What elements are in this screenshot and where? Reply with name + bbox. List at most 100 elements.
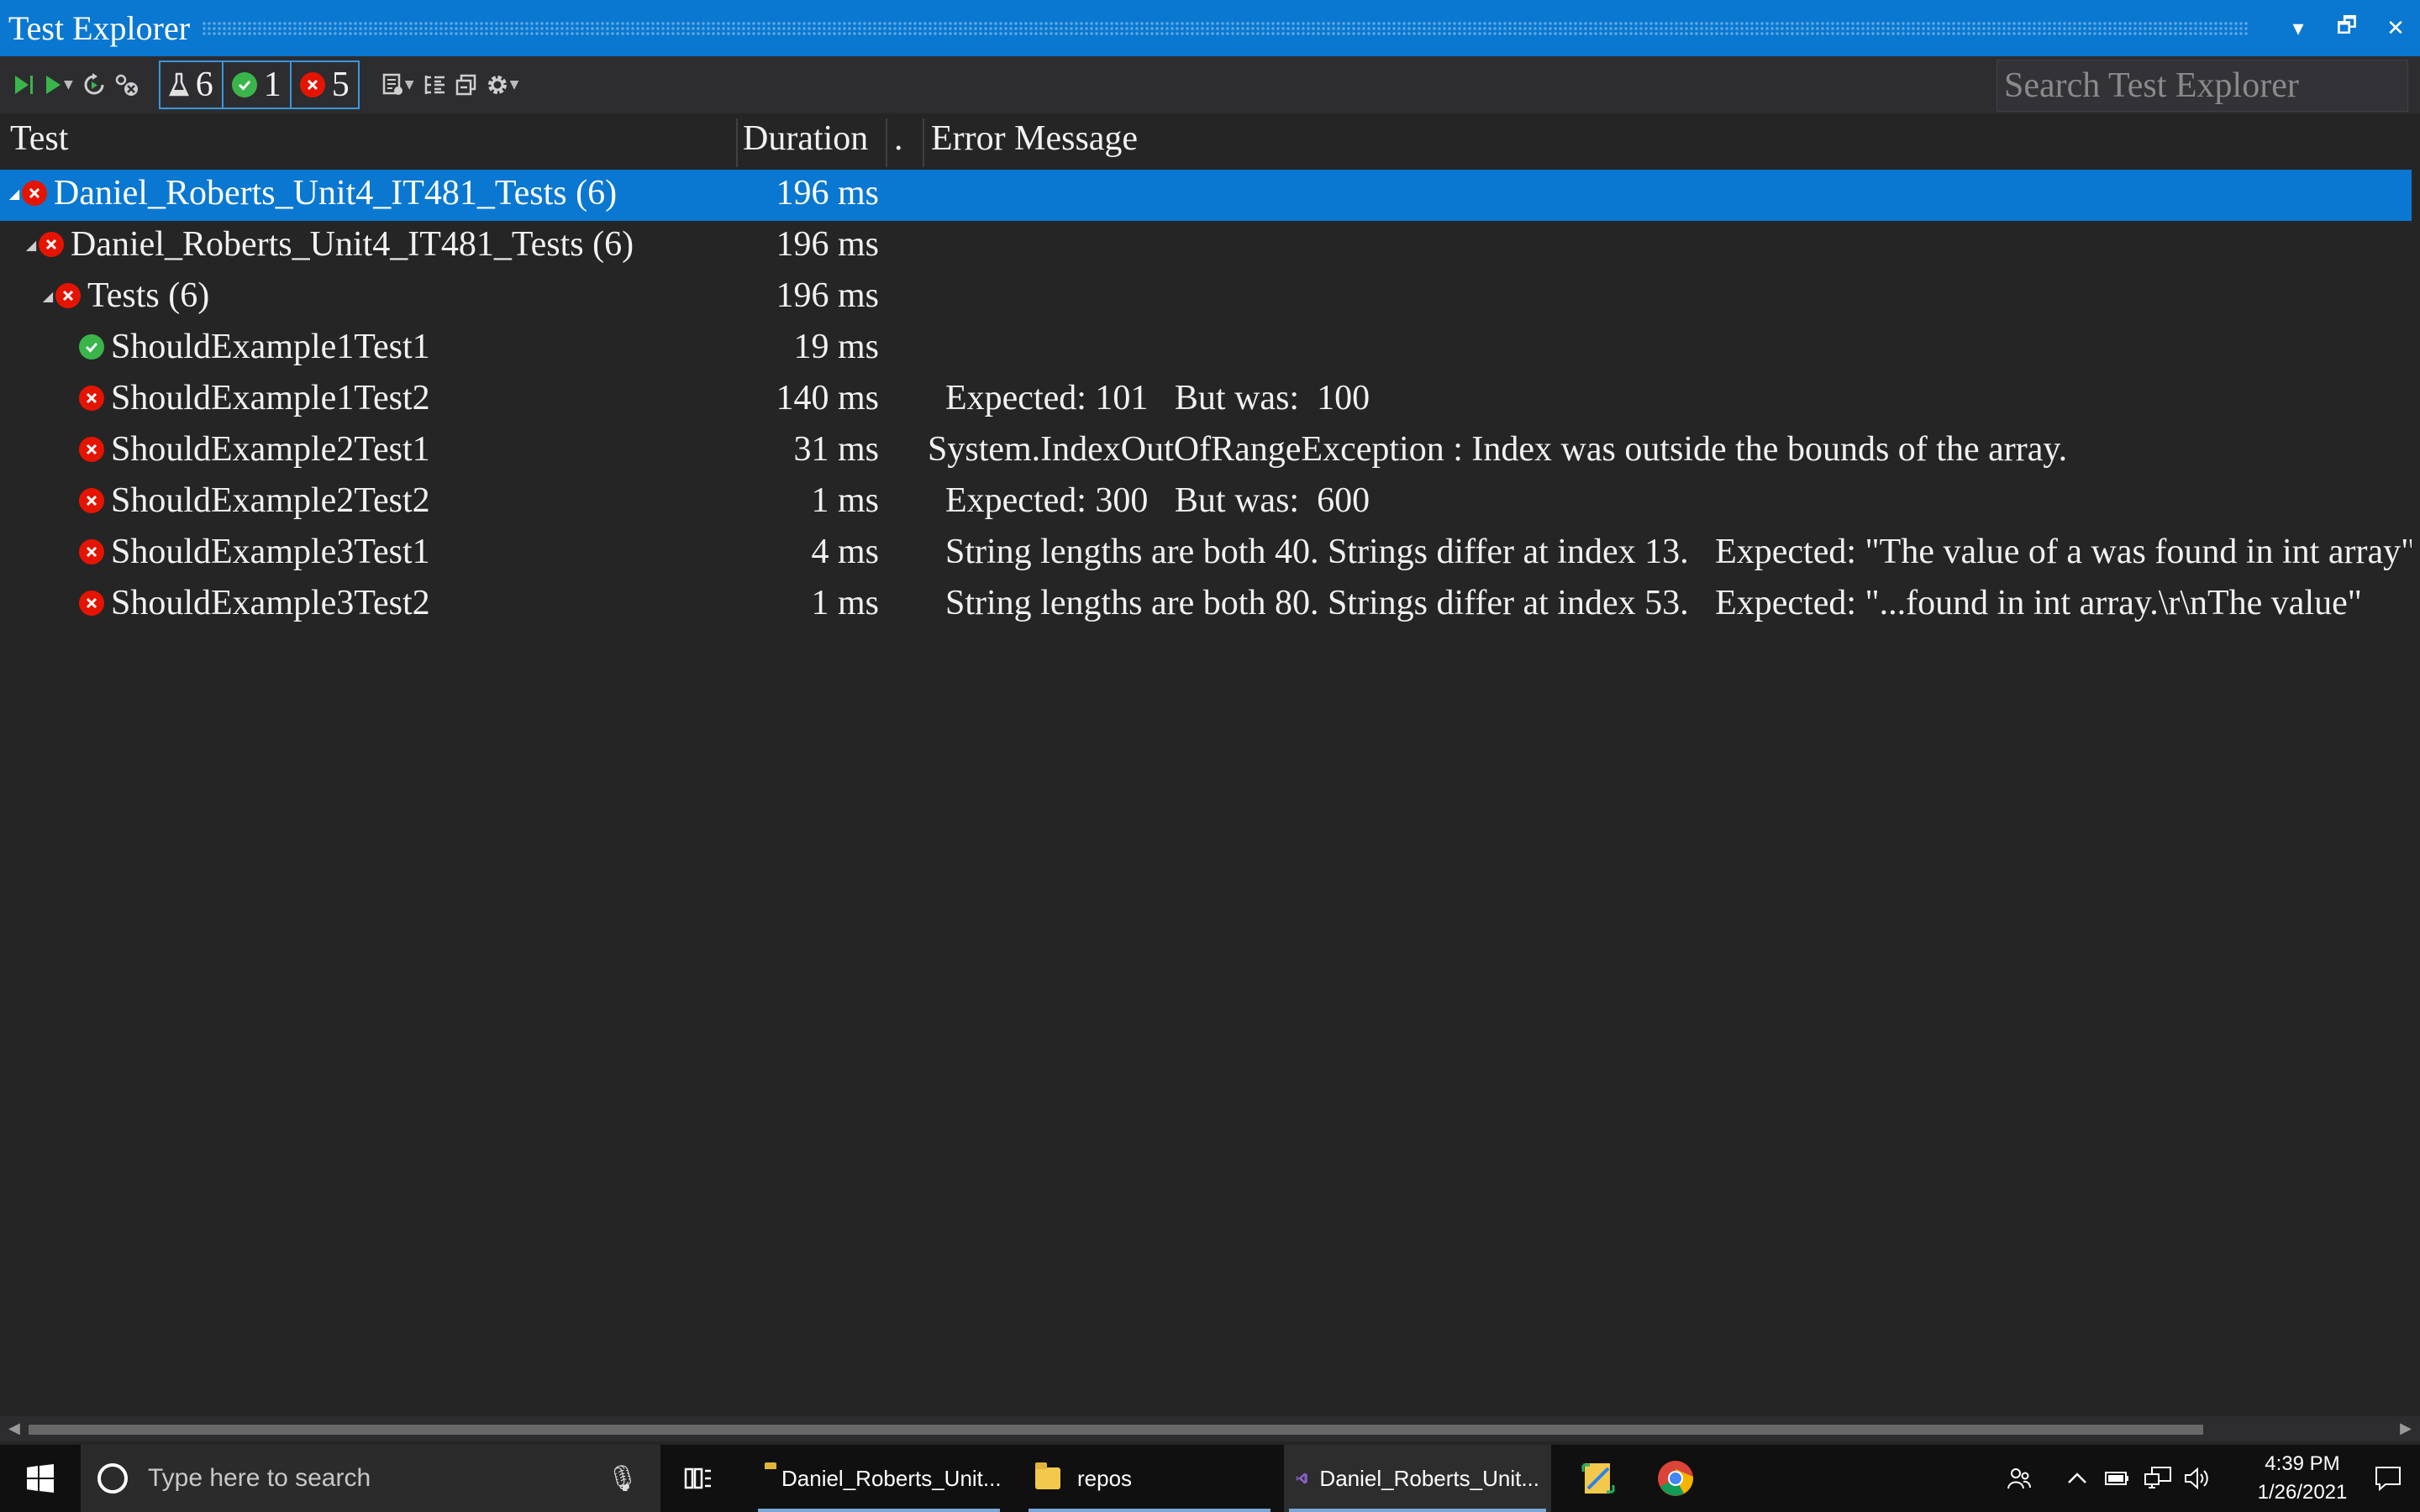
snipping-tool-icon (1581, 1463, 1615, 1494)
test-name: ShouldExample3Test2 (111, 584, 430, 622)
network-icon[interactable] (2139, 1445, 2176, 1512)
drag-grip[interactable] (202, 20, 2249, 36)
tree-row-test[interactable]: ShouldExample2Test1 31 ms System.IndexOu… (0, 426, 2412, 477)
tree-row-test[interactable]: ShouldExample1Test2 140 ms Expected: 101… (0, 375, 2412, 426)
test-duration: 1 ms (811, 584, 879, 622)
failed-tests-filter[interactable]: 5 (292, 62, 358, 108)
run-all-icon[interactable] (12, 66, 35, 103)
clock[interactable]: 4:39 PM 1/26/2021 (2252, 1445, 2353, 1512)
taskbar-app-explorer-2[interactable]: repos (1023, 1445, 1276, 1512)
task-view-icon[interactable] (677, 1445, 719, 1512)
expand-caret-icon[interactable]: ◢ (24, 237, 39, 253)
test-name: ShouldExample1Test1 (111, 328, 430, 366)
people-icon[interactable] (1998, 1445, 2040, 1512)
settings-dropdown-icon[interactable]: ▼ (510, 78, 519, 92)
tree-row-test[interactable]: ShouldExample3Test1 4 ms String lengths … (0, 528, 2412, 580)
collapse-all-icon[interactable] (455, 66, 478, 103)
float-window-icon[interactable]: 🗗 (2323, 0, 2371, 56)
window-title: Test Explorer (8, 9, 191, 47)
scroll-left-icon[interactable]: ◀ (8, 1420, 20, 1437)
title-bar: Test Explorer ▾ 🗗 ✕ (0, 0, 2420, 56)
active-indicator (1289, 1509, 1546, 1512)
group-by-icon[interactable] (423, 66, 448, 103)
test-name: ShouldExample1Test2 (111, 379, 430, 417)
test-name: ShouldExample2Test1 (111, 430, 430, 469)
cancel-run-icon[interactable] (113, 66, 140, 103)
tree-row-class[interactable]: ◢ Tests (6) 196 ms (0, 272, 2412, 323)
column-divider[interactable] (886, 118, 887, 167)
search-input[interactable] (1997, 65, 2420, 107)
scrollbar-thumb[interactable] (29, 1425, 2203, 1435)
failed-icon (39, 232, 64, 257)
passed-icon (231, 72, 257, 97)
close-icon[interactable]: ✕ (2371, 0, 2420, 56)
run-icon[interactable] (42, 66, 64, 103)
expand-caret-icon[interactable]: ◢ (7, 186, 22, 202)
search-box: ⚲ (1996, 60, 2420, 112)
tree-row-test[interactable]: ShouldExample2Test2 1 ms Expected: 300 B… (0, 477, 2412, 528)
test-counters: 6 1 5 (158, 60, 360, 109)
tree-row-namespace[interactable]: ◢ Daniel_Roberts_Unit4_IT481_Tests (6) 1… (0, 221, 2412, 272)
column-header-test[interactable]: Test (10, 118, 68, 159)
settings-gear-icon[interactable] (485, 66, 510, 103)
repeat-last-run-icon[interactable] (82, 66, 107, 103)
tree-row-test[interactable]: ShouldExample1Test1 19 ms (0, 323, 2412, 375)
folder-icon (1035, 1462, 1060, 1489)
test-duration: 140 ms (776, 379, 879, 417)
error-message: System.IndexOutOfRangeException : Index … (928, 430, 2068, 469)
column-divider[interactable] (736, 118, 738, 167)
run-dropdown-icon[interactable]: ▼ (64, 78, 73, 92)
column-header-error-message[interactable]: Error Message (931, 118, 1138, 159)
passed-tests-filter[interactable]: 1 (224, 62, 292, 108)
microphone-icon[interactable]: 🎙 (607, 1464, 639, 1494)
test-explorer-window: Test Explorer ▾ 🗗 ✕ ▼ 6 1 5 ▼ ▼ Search T… (0, 0, 2420, 1512)
taskbar-search[interactable]: Type here to search 🎙 (81, 1445, 660, 1512)
taskbar-app-tool[interactable] (1573, 1445, 1623, 1512)
error-message: String lengths are both 40. Strings diff… (928, 533, 2412, 571)
test-duration: 19 ms (793, 328, 879, 366)
failed-count: 5 (331, 66, 350, 104)
taskbar-app-chrome[interactable] (1650, 1445, 1701, 1512)
test-tree: ◢ Daniel_Roberts_Unit4_IT481_Tests (6) 1… (0, 170, 2412, 631)
taskbar-app-explorer-1[interactable]: Daniel_Roberts_Unit... (753, 1445, 1005, 1512)
tree-row-test[interactable]: ShouldExample3Test2 1 ms String lengths … (0, 580, 2412, 631)
window-menu-dropdown-icon[interactable]: ▾ (2274, 0, 2323, 56)
action-center-icon[interactable] (2363, 1445, 2413, 1512)
test-duration: 196 ms (776, 276, 879, 315)
passed-icon (79, 334, 104, 360)
test-duration: 31 ms (793, 430, 879, 469)
error-message: Expected: 300 But was: 600 (928, 481, 1370, 520)
active-indicator (758, 1509, 1000, 1512)
toolbar: ▼ 6 1 5 ▼ ▼ Search Test Explorer (0, 56, 2420, 113)
test-duration: 4 ms (811, 533, 879, 571)
cortana-icon (97, 1463, 128, 1494)
taskbar-search-placeholder: Type here to search (148, 1464, 371, 1492)
column-divider[interactable] (923, 118, 924, 167)
failed-icon (55, 283, 81, 308)
windows-taskbar: Type here to search 🎙 Daniel_Roberts_Uni… (0, 1445, 2420, 1512)
test-duration: 1 ms (811, 481, 879, 520)
horizontal-scrollbar[interactable]: ◀ ▶ (0, 1416, 2420, 1441)
failed-icon (22, 181, 47, 206)
windows-logo-icon (27, 1464, 54, 1493)
taskbar-app-label: Daniel_Roberts_Unit... (781, 1465, 1002, 1491)
show-hidden-icons-chevron-icon[interactable] (2060, 1445, 2094, 1512)
failed-icon (79, 591, 104, 616)
column-headers: Test Duration . Error Message (0, 113, 2412, 169)
error-message: Expected: 101 But was: 100 (928, 379, 1370, 417)
tree-row-project[interactable]: ◢ Daniel_Roberts_Unit4_IT481_Tests (6) 1… (0, 170, 2412, 221)
column-header-collapsed[interactable]: . (894, 118, 903, 159)
taskbar-app-visual-studio[interactable]: Daniel_Roberts_Unit... (1284, 1445, 1551, 1512)
scroll-right-icon[interactable]: ▶ (2400, 1420, 2412, 1437)
playlist-dropdown-icon[interactable]: ▼ (405, 78, 414, 92)
volume-icon[interactable] (2178, 1445, 2215, 1512)
test-name: Daniel_Roberts_Unit4_IT481_Tests (6) (54, 174, 618, 213)
battery-icon[interactable] (2101, 1445, 2134, 1512)
playlist-icon[interactable] (381, 66, 405, 103)
expand-caret-icon[interactable]: ◢ (40, 288, 55, 304)
start-button[interactable] (0, 1445, 81, 1512)
passed-count: 1 (263, 66, 281, 104)
total-tests-filter[interactable]: 6 (160, 62, 224, 108)
column-header-duration[interactable]: Duration (743, 118, 868, 159)
taskbar-app-label: repos (1077, 1465, 1133, 1491)
